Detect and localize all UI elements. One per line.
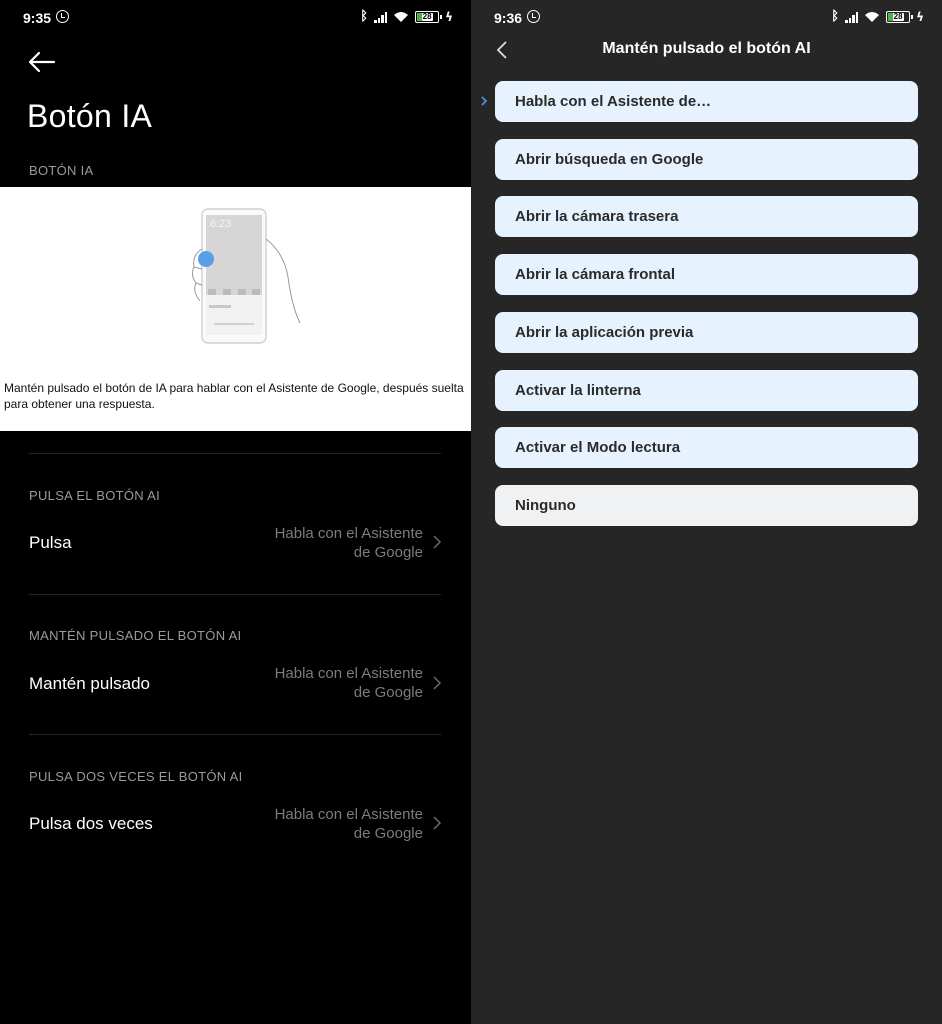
status-bar: 9:35 ᛒ 28 ϟ [0,0,471,36]
bluetooth-icon: ᛒ [831,9,840,24]
signal-icon [374,11,388,23]
chevron-right-icon[interactable] [432,675,442,691]
status-bar: 9:36 ᛒ 28 ϟ [471,0,942,36]
setting-value-line1: Habla con el Asistente [274,665,423,682]
setting-title-pulsa-dos[interactable]: Pulsa dos veces [29,814,153,834]
section-label-manten: MANTÉN PULSADO EL BOTÓN AI [29,628,242,643]
setting-value-line1: Habla con el Asistente [274,525,423,542]
wifi-icon [865,11,880,22]
battery-level: 28 [892,11,904,21]
right-panel: 9:36 ᛒ 28 ϟ Mantén pulsado el botón AI H… [471,0,942,1024]
setting-value-line1: Habla con el Asistente [274,806,423,823]
setting-title-manten[interactable]: Mantén pulsado [29,674,150,694]
setting-value-pulsa-dos[interactable]: Habla con el Asistente de Google [243,805,423,843]
option-linterna[interactable]: Activar la linterna [495,370,918,411]
section-label: BOTÓN IA [29,163,94,178]
option-habla-asistente[interactable]: Habla con el Asistente de… [495,81,918,122]
option-ninguno[interactable]: Ninguno [495,485,918,526]
chevron-right-icon[interactable] [432,534,442,550]
hero-card: 6:23 Mantén pulsado el botón de IA para … [0,187,471,431]
setting-value-line2: de Google [353,825,423,842]
status-icons: ᛒ 28 ϟ [360,9,453,24]
status-time: 9:35 [23,10,52,26]
bluetooth-icon: ᛒ [360,9,369,24]
charging-icon: ϟ [445,9,453,24]
hero-description: Mantén pulsado el botón de IA para habla… [4,381,464,411]
alarm-icon [527,10,540,23]
setting-title-pulsa[interactable]: Pulsa [29,533,72,553]
setting-value-manten[interactable]: Habla con el Asistente de Google [243,664,423,702]
divider [29,453,441,454]
charging-icon: ϟ [916,9,924,24]
selected-indicator-icon [481,96,488,106]
wifi-icon [394,11,409,22]
option-modo-lectura[interactable]: Activar el Modo lectura [495,427,918,468]
setting-value-pulsa[interactable]: Habla con el Asistente de Google [243,524,423,562]
back-arrow-icon[interactable] [26,48,58,76]
option-camara-trasera[interactable]: Abrir la cámara trasera [495,196,918,237]
divider [29,594,441,595]
section-label-pulsa: PULSA EL BOTÓN AI [29,488,161,503]
phone-illustration: 6:23 [191,208,301,344]
option-aplicacion-previa[interactable]: Abrir la aplicación previa [495,312,918,353]
setting-value-line2: de Google [353,544,423,561]
section-label-pulsa-dos: PULSA DOS VECES EL BOTÓN AI [29,769,243,784]
battery-icon: 28 [415,10,443,23]
dialog-title: Mantén pulsado el botón AI [602,40,811,57]
battery-icon: 28 [886,10,914,23]
page-title: Botón IA [27,98,153,134]
status-icons: ᛒ 28 ϟ [831,9,924,24]
divider [29,734,441,735]
setting-value-line2: de Google [353,684,423,701]
battery-level: 28 [421,11,433,21]
option-camara-frontal[interactable]: Abrir la cámara frontal [495,254,918,295]
alarm-icon [56,10,69,23]
illus-time: 6:23 [210,218,231,230]
left-panel: 9:35 ᛒ 28 ϟ Botón IA BOTÓN IA 6:23 Manté… [0,0,471,1024]
signal-icon [845,11,859,23]
status-time: 9:36 [494,10,523,26]
chevron-right-icon[interactable] [432,815,442,831]
option-busqueda-google[interactable]: Abrir búsqueda en Google [495,139,918,180]
